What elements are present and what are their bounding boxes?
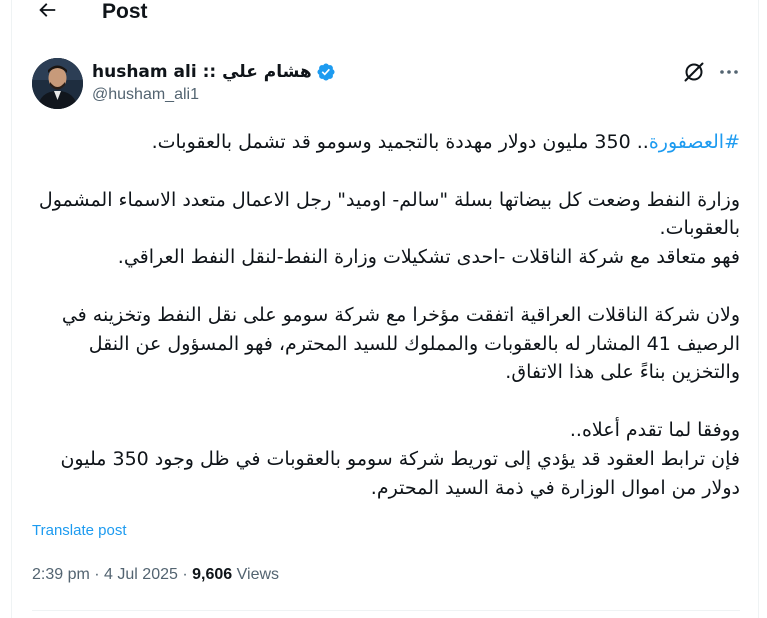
back-button[interactable] <box>31 0 63 26</box>
tweet-paragraph-2: وزارة النفط وضعت كل بيضاتها بسلة "سالم- … <box>38 188 740 269</box>
views-label: Views <box>236 566 280 583</box>
grok-icon <box>684 62 704 82</box>
post-metadata: 2:39 pm · 4 Jul 2025 · 9,606 Views <box>32 566 279 584</box>
avatar[interactable] <box>32 58 83 109</box>
tweet-spacer: ​ <box>32 387 740 416</box>
tweet-spacer: ​ <box>32 157 740 186</box>
tweet-paragraph-4: ووفقا لما تقدم أعلاه.. فإن ترابط العقود … <box>60 418 740 499</box>
tweet-line-1: #العصفورة.. 350 مليون دولار مهددة بالتجم… <box>32 128 740 157</box>
author-display-name[interactable]: husham ali :: هشام علي <box>92 61 312 83</box>
views-count: 9,606 <box>192 566 233 583</box>
post-header: Post <box>12 0 758 28</box>
verified-badge-icon <box>317 63 335 81</box>
page-title: Post <box>102 0 148 23</box>
post-time[interactable]: 2:39 pm <box>32 566 90 583</box>
tweet-text: #العصفورة.. 350 مليون دولار مهددة بالتجم… <box>32 128 740 502</box>
tweet-line-1-text: .. 350 مليون دولار مهددة بالتجميد وسومو … <box>151 131 649 153</box>
translate-post-link[interactable]: Translate post <box>32 522 127 539</box>
divider <box>32 610 740 611</box>
tweet-paragraph-3: ولان شركة الناقلات العراقية اتفقت مؤخرا … <box>55 303 740 384</box>
more-button[interactable] <box>717 60 741 84</box>
grok-button[interactable] <box>682 60 706 84</box>
meta-separator: · <box>94 566 100 583</box>
author-name-row[interactable]: husham ali :: هشام علي <box>92 60 336 84</box>
meta-separator: · <box>182 566 188 583</box>
hashtag-link[interactable]: #العصفورة <box>649 131 740 153</box>
arrow-left-icon <box>39 3 56 17</box>
more-horizontal-icon <box>720 70 738 74</box>
avatar-image <box>32 58 83 109</box>
post-date[interactable]: 4 Jul 2025 <box>104 566 178 583</box>
author-handle[interactable]: @husham_ali1 <box>92 86 199 104</box>
post-detail-column: Post husham ali :: هشام علي @husham_ali1 <box>11 0 759 618</box>
tweet-spacer: ​ <box>32 272 740 301</box>
